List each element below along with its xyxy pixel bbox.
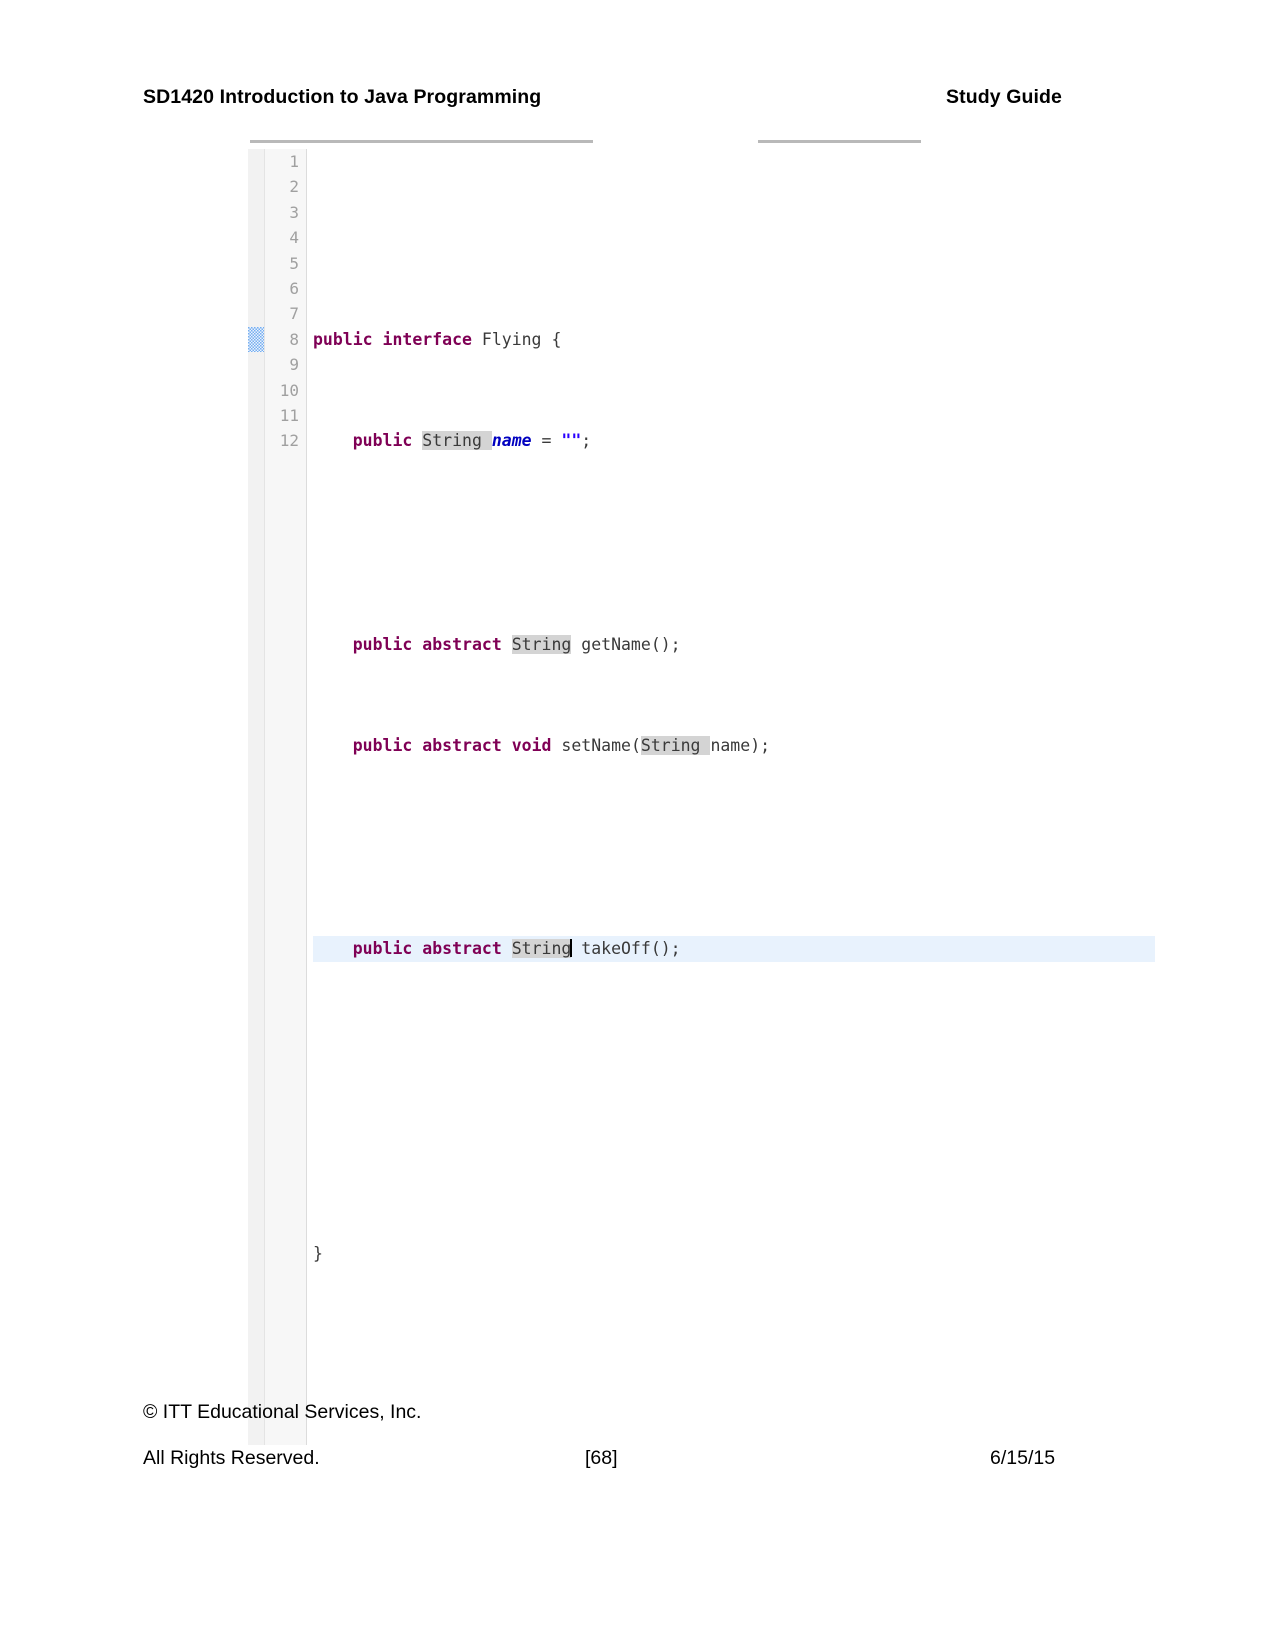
editor-marker-strip[interactable] xyxy=(248,149,265,1445)
java-code-editor-screenshot: 1 2 3 4 5 6 7 8 9 10 11 12 public interf… xyxy=(248,138,928,1445)
page-title: SD1420 Introduction to Java Programming xyxy=(143,86,542,108)
line-number: 7 xyxy=(289,304,299,324)
token-keyword-interface: interface xyxy=(382,329,472,349)
line-number: 8 xyxy=(289,329,299,349)
line-number: 2 xyxy=(289,177,299,197)
token-assign: = xyxy=(541,431,552,451)
code-editor[interactable]: 1 2 3 4 5 6 7 8 9 10 11 12 public interf… xyxy=(248,149,875,1445)
code-line-6[interactable]: public abstract void setName(String name… xyxy=(313,733,875,758)
line-number-gutter: 1 2 3 4 5 6 7 8 9 10 11 12 xyxy=(265,149,307,1445)
token-method-getname: getName xyxy=(581,634,651,654)
code-line-1[interactable] xyxy=(313,225,875,250)
token-keyword-abstract: abstract xyxy=(422,939,502,959)
code-line-8[interactable]: public abstract String takeOff(); xyxy=(313,936,875,962)
code-line-5[interactable]: public abstract String getName(); xyxy=(313,632,875,657)
token-field-name: name xyxy=(491,431,532,451)
code-line-2[interactable]: public interface Flying { xyxy=(313,327,875,352)
token-type-string: String xyxy=(511,634,572,654)
token-paren-open: ( xyxy=(630,736,641,756)
line-number: 4 xyxy=(289,228,299,248)
token-string-literal: "" xyxy=(561,431,582,451)
token-parens: (); xyxy=(650,939,681,959)
code-line-4[interactable] xyxy=(313,530,875,555)
line-number: 1 xyxy=(289,152,299,171)
change-marker-icon[interactable] xyxy=(248,326,264,353)
line-number: 6 xyxy=(289,278,299,298)
token-keyword-public: public xyxy=(352,736,413,756)
footer-date: 6/15/15 xyxy=(990,1447,1056,1469)
line-number: 10 xyxy=(279,380,299,400)
line-number: 9 xyxy=(289,355,299,375)
token-keyword-abstract: abstract xyxy=(422,634,502,654)
code-line-7[interactable] xyxy=(313,835,875,860)
token-parens: (); xyxy=(650,634,681,654)
token-type-string: String xyxy=(511,939,572,959)
horizontal-rule-left xyxy=(250,140,593,143)
token-brace-close: } xyxy=(313,1244,323,1264)
line-number: 5 xyxy=(289,253,299,273)
code-line-12[interactable] xyxy=(313,1343,875,1368)
line-number: 11 xyxy=(279,405,299,425)
code-line-3[interactable]: public String name = ""; xyxy=(313,428,875,453)
line-number: 3 xyxy=(289,202,299,222)
token-method-setname: setName xyxy=(561,736,631,756)
token-semicolon: ; xyxy=(581,431,592,451)
token-param-name: name xyxy=(710,736,751,756)
code-text-area[interactable]: public interface Flying { public String … xyxy=(307,149,875,1445)
horizontal-rule-right xyxy=(758,140,921,143)
page-header: SD1420 Introduction to Java Programming … xyxy=(143,86,1068,109)
token-type-string: String xyxy=(640,736,701,756)
token-keyword-public: public xyxy=(352,939,413,959)
code-line-10[interactable] xyxy=(313,1140,875,1165)
footer-rights: All Rights Reserved. xyxy=(143,1447,320,1469)
token-paren-close-semi: ); xyxy=(750,736,771,756)
header-right-label: Study Guide xyxy=(946,86,1062,108)
token-keyword-public: public xyxy=(352,634,413,654)
footer-page-number: [68] xyxy=(585,1447,618,1469)
token-keyword-public: public xyxy=(313,329,373,349)
code-line-11[interactable]: } xyxy=(313,1241,875,1266)
footer-copyright: © ITT Educational Services, Inc. xyxy=(143,1401,422,1423)
token-type-string: String xyxy=(422,431,482,451)
token-keyword-void: void xyxy=(511,736,552,756)
token-type-flying: Flying xyxy=(481,329,542,349)
token-keyword-abstract: abstract xyxy=(422,736,502,756)
token-brace-open: { xyxy=(551,329,562,349)
line-number: 12 xyxy=(279,431,299,451)
token-keyword-public: public xyxy=(352,431,413,451)
figure-rules xyxy=(248,138,928,146)
token-method-takeoff: takeOff xyxy=(581,939,651,959)
code-line-9[interactable] xyxy=(313,1038,875,1063)
